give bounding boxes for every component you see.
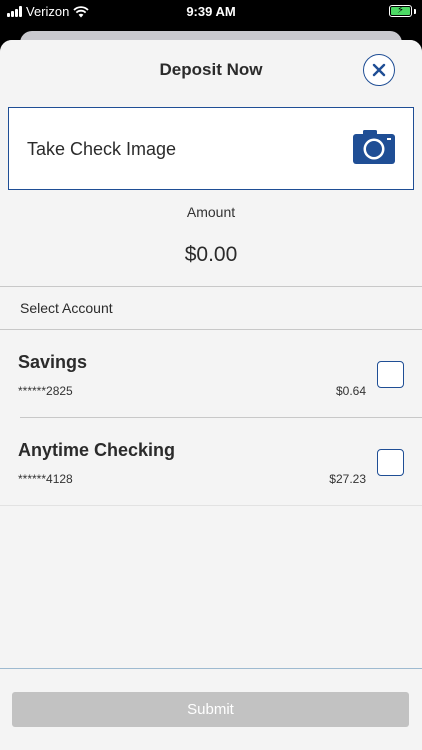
status-time: 9:39 AM [186,4,236,19]
amount-value[interactable]: $0.00 [0,243,422,267]
close-icon [372,63,386,77]
charging-bolt-icon: ⚡ [397,5,405,16]
account-number: ******4128 [18,472,73,486]
account-row-anytime-checking[interactable]: Anytime Checking ******4128 $27.23 [0,418,422,506]
battery-icon: ⚡ [389,5,412,17]
sheet-header: Deposit Now [0,40,422,98]
footer-divider [0,668,422,669]
page-title: Deposit Now [159,60,263,79]
account-number: ******2825 [18,384,73,398]
account-checkbox[interactable] [377,449,404,476]
account-checkbox[interactable] [377,361,404,388]
submit-button[interactable]: Submit [12,692,409,727]
take-check-image-label: Take Check Image [27,139,177,159]
divider [0,505,422,506]
account-name: Anytime Checking [18,440,176,460]
account-balance: $0.64 [335,384,366,398]
select-account-label: Select Account [20,300,113,316]
deposit-sheet: Deposit Now Take Check Image Amount $0.0… [0,40,422,750]
status-bar: Verizon 9:39 AM ⚡ [0,0,422,24]
account-balance: $27.23 [329,472,366,486]
divider [0,286,422,287]
amount-label: Amount [186,204,236,220]
camera-icon [353,130,395,164]
close-button[interactable] [363,54,395,86]
account-row-savings[interactable]: Savings ******2825 $0.64 [0,330,422,418]
account-name: Savings [18,352,88,372]
take-check-image-button[interactable]: Take Check Image [8,107,414,190]
